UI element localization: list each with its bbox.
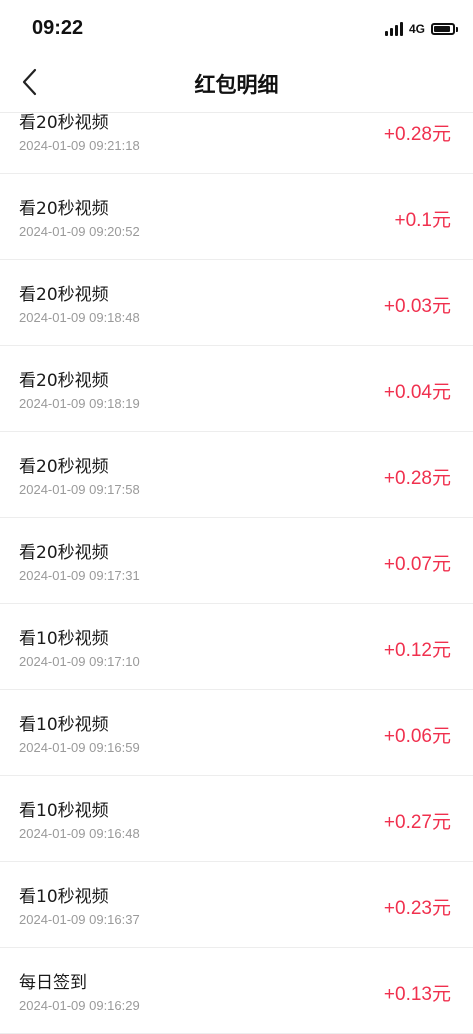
battery-icon	[431, 23, 458, 35]
record-timestamp: 2024-01-09 09:18:19	[19, 396, 140, 411]
record-title: 看10秒视频	[19, 887, 109, 907]
record-timestamp: 2024-01-09 09:16:48	[19, 826, 140, 841]
list-item[interactable]: 看20秒视频 2024-01-09 09:20:52 +0.1元	[0, 174, 473, 260]
record-title: 看20秒视频	[19, 199, 109, 219]
record-title: 每日签到	[19, 973, 87, 993]
record-timestamp: 2024-01-09 09:16:37	[19, 912, 140, 927]
record-amount: +0.28元	[383, 124, 451, 145]
list-item[interactable]: 看20秒视频 2024-01-09 09:18:48 +0.03元	[0, 260, 473, 346]
record-amount: +0.13元	[383, 984, 451, 1005]
record-timestamp: 2024-01-09 09:18:48	[19, 310, 140, 325]
record-timestamp: 2024-01-09 09:16:29	[19, 998, 140, 1013]
record-amount: +0.04元	[383, 382, 451, 403]
record-amount: +0.07元	[383, 554, 451, 575]
status-bar: 09:22 4G	[0, 0, 473, 52]
list-item[interactable]: 看10秒视频 2024-01-09 09:16:59 +0.06元	[0, 690, 473, 776]
record-amount: +0.23元	[383, 898, 451, 919]
record-amount: +0.1元	[394, 210, 451, 231]
record-timestamp: 2024-01-09 09:17:31	[19, 568, 140, 583]
record-amount: +0.03元	[383, 296, 451, 317]
network-type-label: 4G	[408, 22, 425, 36]
record-amount: +0.12元	[383, 640, 451, 661]
record-title: 看10秒视频	[19, 715, 109, 735]
list-item[interactable]: 看10秒视频 2024-01-09 09:16:37 +0.23元	[0, 862, 473, 948]
record-list[interactable]: 看20秒视频 2024-01-09 09:21:18 +0.28元 看20秒视频 202…	[0, 88, 473, 1034]
record-amount: +0.28元	[383, 468, 451, 489]
list-item[interactable]: 看20秒视频 2024-01-09 09:17:31 +0.07元	[0, 518, 473, 604]
navigation-bar: 红包明细	[0, 52, 473, 113]
record-timestamp: 2024-01-09 09:17:58	[19, 482, 140, 497]
record-title: 看20秒视频	[19, 543, 109, 563]
record-title: 看20秒视频	[19, 457, 109, 477]
record-title: 看10秒视频	[19, 629, 109, 649]
page-title: 红包明细	[194, 73, 279, 97]
record-amount: +0.27元	[383, 812, 451, 833]
record-title: 看20秒视频	[19, 371, 109, 391]
record-title: 看20秒视频	[19, 285, 109, 305]
status-indicators: 4G	[384, 20, 458, 38]
list-item[interactable]: 看20秒视频 2024-01-09 09:17:58 +0.28元	[0, 432, 473, 518]
record-timestamp: 2024-01-09 09:16:59	[19, 740, 140, 755]
signal-bars-icon	[384, 22, 403, 36]
record-timestamp: 2024-01-09 09:20:52	[19, 224, 140, 239]
record-timestamp: 2024-01-09 09:21:18	[19, 138, 140, 153]
list-item[interactable]: 看10秒视频 2024-01-09 09:16:48 +0.27元	[0, 776, 473, 862]
record-title: 看10秒视频	[19, 801, 109, 821]
status-time: 09:22	[32, 17, 84, 39]
list-item[interactable]: 看20秒视频 2024-01-09 09:18:19 +0.04元	[0, 346, 473, 432]
record-amount: +0.06元	[383, 726, 451, 747]
list-item[interactable]: 每日签到 2024-01-09 09:16:29 +0.13元	[0, 948, 473, 1034]
record-timestamp: 2024-01-09 09:17:10	[19, 654, 140, 669]
list-item[interactable]: 看10秒视频 2024-01-09 09:17:10 +0.12元	[0, 604, 473, 690]
